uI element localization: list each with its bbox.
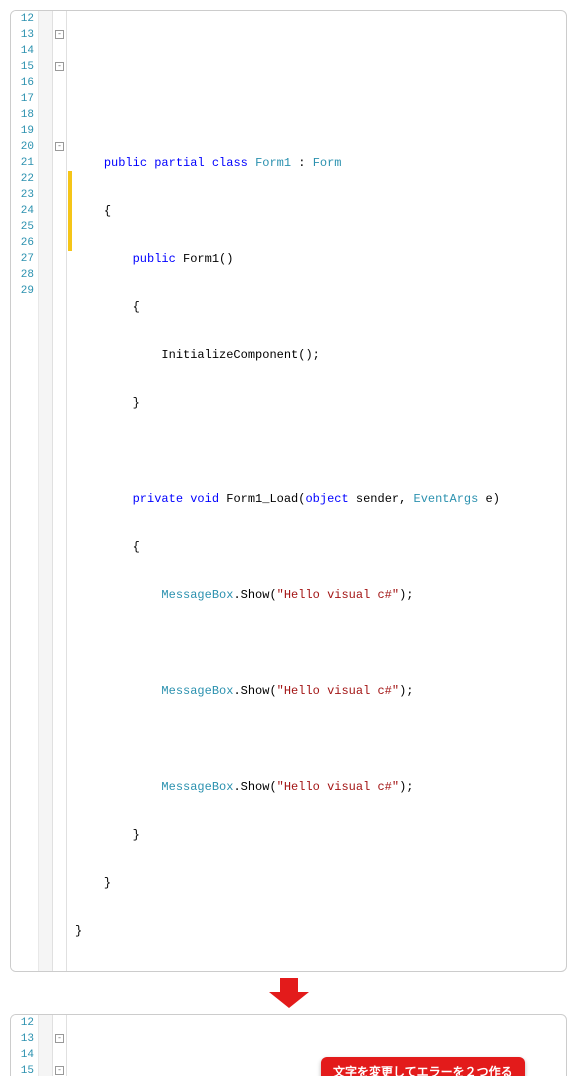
line-number: 29 xyxy=(11,283,34,299)
marker-gutter xyxy=(39,1015,53,1076)
code-text: ); xyxy=(399,684,413,698)
keyword: partial xyxy=(154,156,204,170)
fold-toggle-icon[interactable]: - xyxy=(55,1034,64,1043)
code-text: sender, xyxy=(349,492,414,506)
line-number: 18 xyxy=(11,107,34,123)
brace: { xyxy=(133,540,140,554)
keyword: private xyxy=(133,492,183,506)
down-arrow-icon xyxy=(269,978,309,1008)
string-literal: "Hello visual c#" xyxy=(277,780,399,794)
code-text: e) xyxy=(478,492,500,506)
change-marker xyxy=(68,171,72,251)
method-name: Form1() xyxy=(176,252,234,266)
brace: } xyxy=(133,396,140,410)
line-number: 23 xyxy=(11,187,34,203)
keyword: public xyxy=(104,156,147,170)
line-number: 12 xyxy=(11,1015,34,1031)
marker-gutter xyxy=(39,11,53,971)
type-name: MessageBox xyxy=(161,684,233,698)
brace: } xyxy=(75,924,82,938)
line-number: 14 xyxy=(11,1047,34,1063)
brace: } xyxy=(133,828,140,842)
line-number-gutter: 12 13 14 15 16 17 18 19 20 21 22 23 24 2… xyxy=(11,11,39,971)
line-number: 13 xyxy=(11,27,34,43)
line-number: 21 xyxy=(11,155,34,171)
editor-before[interactable]: 12 13 14 15 16 17 18 19 20 21 22 23 24 2… xyxy=(11,11,566,971)
method-name: Form1_Load( xyxy=(219,492,305,506)
line-number: 24 xyxy=(11,203,34,219)
brace: { xyxy=(104,204,111,218)
line-number: 15 xyxy=(11,1063,34,1076)
line-number: 16 xyxy=(11,75,34,91)
type-name: MessageBox xyxy=(161,780,233,794)
fold-toggle-icon[interactable]: - xyxy=(55,62,64,71)
line-number: 13 xyxy=(11,1031,34,1047)
code-text: : xyxy=(291,156,313,170)
line-number: 25 xyxy=(11,219,34,235)
keyword: object xyxy=(305,492,348,506)
line-number: 12 xyxy=(11,11,34,27)
brace: { xyxy=(133,300,140,314)
type-name: Form1 xyxy=(255,156,291,170)
fold-gutter[interactable]: - - - xyxy=(53,11,67,971)
type-name: Form xyxy=(313,156,342,170)
string-literal: "Hello visual c#" xyxy=(277,588,399,602)
code-text: InitializeComponent(); xyxy=(161,348,319,362)
fold-toggle-icon[interactable]: - xyxy=(55,142,64,151)
string-literal: "Hello visual c#" xyxy=(277,684,399,698)
code-text: .Show( xyxy=(233,780,276,794)
fold-toggle-icon[interactable]: - xyxy=(55,1066,64,1075)
line-number-gutter: 12 13 14 15 16 17 18 19 20 21 22 23 24 2… xyxy=(11,1015,39,1076)
fold-toggle-icon[interactable]: - xyxy=(55,30,64,39)
code-panel-after: 12 13 14 15 16 17 18 19 20 21 22 23 24 2… xyxy=(10,1014,567,1076)
code-area[interactable]: public partial class Form1 : Form { publ… xyxy=(73,11,566,971)
code-text: ); xyxy=(399,780,413,794)
code-text: .Show( xyxy=(233,588,276,602)
line-number: 28 xyxy=(11,267,34,283)
annotation-callout: 文字を変更してエラーを２つ作る xyxy=(321,1057,525,1076)
line-number: 17 xyxy=(11,91,34,107)
brace: } xyxy=(104,876,111,890)
type-name: EventArgs xyxy=(414,492,479,506)
keyword: public xyxy=(133,252,176,266)
line-number: 14 xyxy=(11,43,34,59)
code-text: ); xyxy=(399,588,413,602)
line-number: 20 xyxy=(11,139,34,155)
line-number: 15 xyxy=(11,59,34,75)
line-number: 19 xyxy=(11,123,34,139)
code-panel-before: 12 13 14 15 16 17 18 19 20 21 22 23 24 2… xyxy=(10,10,567,972)
keyword: class xyxy=(212,156,248,170)
line-number: 26 xyxy=(11,235,34,251)
fold-gutter[interactable]: - - - xyxy=(53,1015,67,1076)
line-number: 22 xyxy=(11,171,34,187)
keyword: void xyxy=(190,492,219,506)
type-name: MessageBox xyxy=(161,588,233,602)
line-number: 27 xyxy=(11,251,34,267)
code-text: .Show( xyxy=(233,684,276,698)
